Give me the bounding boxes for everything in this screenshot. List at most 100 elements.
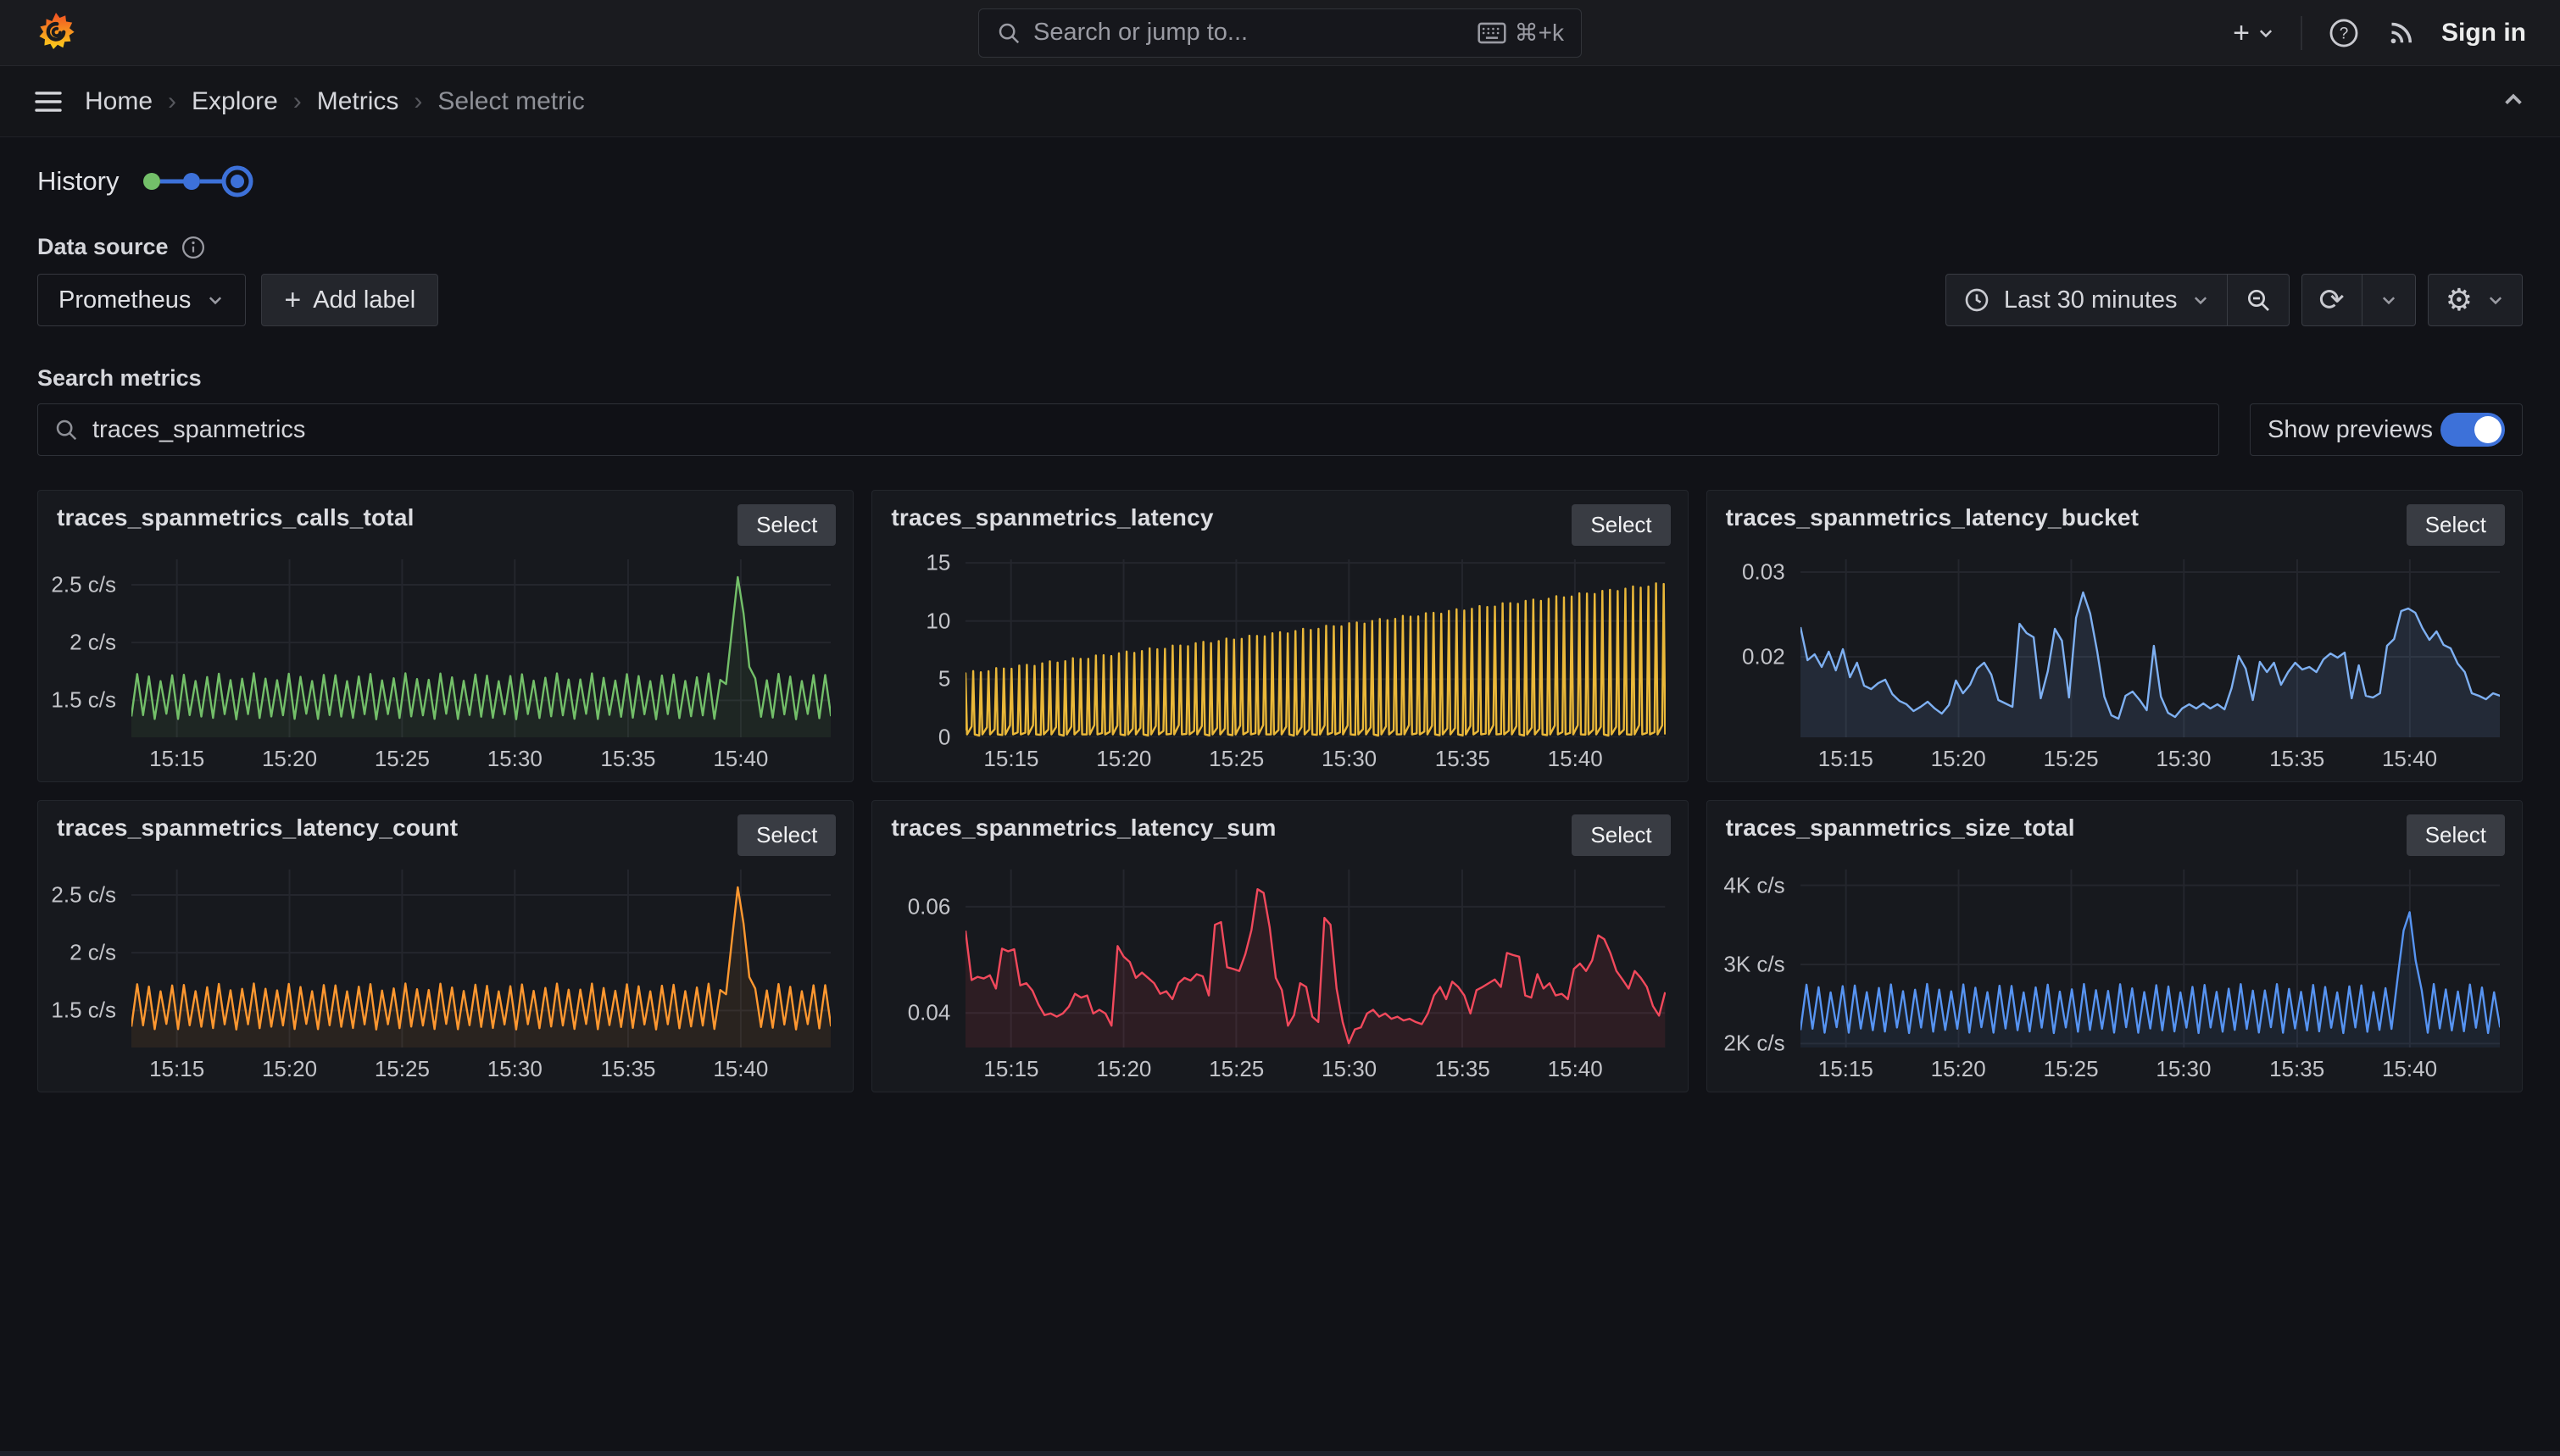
plot-area[interactable] <box>966 559 1665 737</box>
x-tick-label: 15:15 <box>1818 1056 1873 1082</box>
add-label-button[interactable]: + Add label <box>261 274 438 326</box>
select-metric-button[interactable]: Select <box>737 814 836 856</box>
time-controls: Last 30 minutes <box>1945 274 2523 326</box>
x-tick-label: 15:20 <box>1931 746 1986 772</box>
y-tick-label: 0.03 <box>1742 559 1785 586</box>
y-tick-label: 2K c/s <box>1723 1031 1784 1057</box>
panel-title: traces_spanmetrics_latency_count <box>57 814 458 842</box>
plot-area[interactable] <box>1800 870 2500 1048</box>
global-search-input[interactable] <box>1033 19 1466 47</box>
x-tick-label: 15:20 <box>1931 1056 1986 1082</box>
plot-area[interactable] <box>1800 559 2500 737</box>
breadcrumb-separator: › <box>293 87 302 116</box>
search-icon <box>996 20 1021 46</box>
settings-group: ⚙ <box>2428 274 2523 326</box>
data-source-picker[interactable]: Prometheus <box>37 274 246 326</box>
y-axis-labels: 2K c/s3K c/s4K c/s <box>1716 870 1794 1048</box>
collapse-header-button[interactable] <box>2501 87 2526 115</box>
info-icon[interactable] <box>181 235 206 260</box>
time-range-picker[interactable]: Last 30 minutes <box>1946 275 2227 325</box>
help-icon: ? <box>2328 17 2360 49</box>
plot-area[interactable] <box>131 870 831 1048</box>
history-timeline[interactable] <box>141 163 259 200</box>
breadcrumb-metrics[interactable]: Metrics <box>317 87 399 116</box>
x-axis-labels: 15:1515:2015:2515:3015:3515:40 <box>966 741 1665 771</box>
menu-toggle-button[interactable] <box>34 90 63 114</box>
show-previews-toggle[interactable] <box>2440 413 2505 447</box>
search-icon <box>53 417 79 442</box>
y-tick-label: 15 <box>926 550 950 576</box>
breadcrumb-explore[interactable]: Explore <box>192 87 278 116</box>
x-tick-label: 15:40 <box>1548 746 1603 772</box>
metric-preview-chart: 0.040.06 15:1515:2015:2515:3015:3515:40 <box>881 858 1665 1081</box>
panel-title: traces_spanmetrics_calls_total <box>57 504 415 531</box>
chevron-down-icon <box>206 291 225 309</box>
keyboard-icon <box>1478 22 1506 44</box>
x-tick-label: 15:15 <box>149 746 204 772</box>
settings-button[interactable]: ⚙ <box>2429 275 2522 325</box>
metric-panel: traces_spanmetrics_calls_total Select 1.… <box>37 490 854 782</box>
y-tick-label: 1.5 c/s <box>51 998 116 1024</box>
plot-area[interactable] <box>131 559 831 737</box>
select-metric-button[interactable]: Select <box>737 504 836 546</box>
panel-title: traces_spanmetrics_latency_bucket <box>1726 504 2140 531</box>
x-tick-label: 15:40 <box>2382 746 2437 772</box>
grafana-logo-icon[interactable] <box>36 11 76 55</box>
plus-icon: + <box>284 286 301 314</box>
y-tick-label: 10 <box>926 608 950 634</box>
select-metric-button[interactable]: Select <box>2407 504 2505 546</box>
global-search-box[interactable]: ⌘+k <box>978 8 1582 58</box>
x-axis-labels: 15:1515:2015:2515:3015:3515:40 <box>131 741 831 771</box>
x-tick-label: 15:40 <box>1548 1056 1603 1082</box>
svg-text:?: ? <box>2340 25 2349 42</box>
select-metric-button[interactable]: Select <box>1572 504 1670 546</box>
select-metric-button[interactable]: Select <box>2407 814 2505 856</box>
show-previews-label: Show previews <box>2268 416 2433 444</box>
x-tick-label: 15:15 <box>983 1056 1038 1082</box>
metric-panel: traces_spanmetrics_size_total Select 2K … <box>1706 800 2523 1092</box>
x-tick-label: 15:20 <box>262 1056 317 1082</box>
history-label: History <box>37 166 119 197</box>
metric-search-input[interactable] <box>92 416 2203 444</box>
news-button[interactable] <box>2385 18 2416 48</box>
breadcrumb-home[interactable]: Home <box>85 87 153 116</box>
y-axis-labels: 0.020.03 <box>1716 559 1794 737</box>
y-tick-label: 2.5 c/s <box>51 882 116 909</box>
metric-search-box[interactable] <box>37 403 2219 456</box>
refresh-button[interactable]: ⟳ <box>2302 275 2362 325</box>
breadcrumb-separator: › <box>168 87 176 116</box>
plot-area[interactable] <box>966 870 1665 1048</box>
clock-icon <box>1963 286 1990 314</box>
zoom-out-button[interactable] <box>2227 275 2289 325</box>
x-axis-labels: 15:1515:2015:2515:3015:3515:40 <box>966 1051 1665 1081</box>
x-tick-label: 15:35 <box>2269 1056 2324 1082</box>
y-axis-labels: 0.040.06 <box>881 870 959 1048</box>
x-tick-label: 15:35 <box>600 1056 655 1082</box>
x-tick-label: 15:30 <box>2156 1056 2211 1082</box>
y-tick-label: 0.04 <box>908 1000 951 1026</box>
grafana-app: ⌘+k + ? <box>0 0 2560 1456</box>
y-tick-label: 5 <box>938 666 950 692</box>
sign-in-button[interactable]: Sign in <box>2441 19 2526 47</box>
y-tick-label: 2 c/s <box>70 630 116 656</box>
help-button[interactable]: ? <box>2328 17 2360 49</box>
chevron-down-icon <box>2379 291 2398 309</box>
time-range-label: Last 30 minutes <box>2004 286 2178 314</box>
show-previews-control: Show previews <box>2250 403 2523 456</box>
x-tick-label: 15:40 <box>713 1056 768 1082</box>
top-nav-right: + ? Sign in <box>2233 16 2526 50</box>
add-new-button[interactable]: + <box>2233 19 2275 47</box>
x-tick-label: 15:15 <box>983 746 1038 772</box>
x-tick-label: 15:25 <box>1209 1056 1264 1082</box>
metric-preview-chart: 0 5 10 15 15:1515:2015:2515:3015:3515:40 <box>881 547 1665 771</box>
x-tick-label: 15:25 <box>2044 1056 2099 1082</box>
select-metric-button[interactable]: Select <box>1572 814 1670 856</box>
y-tick-label: 0 <box>938 725 950 751</box>
metric-preview-chart: 1.5 c/s2 c/s2.5 c/s 15:1515:2015:2515:30… <box>47 547 831 771</box>
nav-divider <box>2301 16 2302 50</box>
refresh-interval-dropdown[interactable] <box>2362 275 2415 325</box>
refresh-icon: ⟳ <box>2319 285 2345 315</box>
x-tick-label: 15:35 <box>600 746 655 772</box>
x-tick-label: 15:20 <box>1096 1056 1151 1082</box>
metric-panel: traces_spanmetrics_latency_bucket Select… <box>1706 490 2523 782</box>
